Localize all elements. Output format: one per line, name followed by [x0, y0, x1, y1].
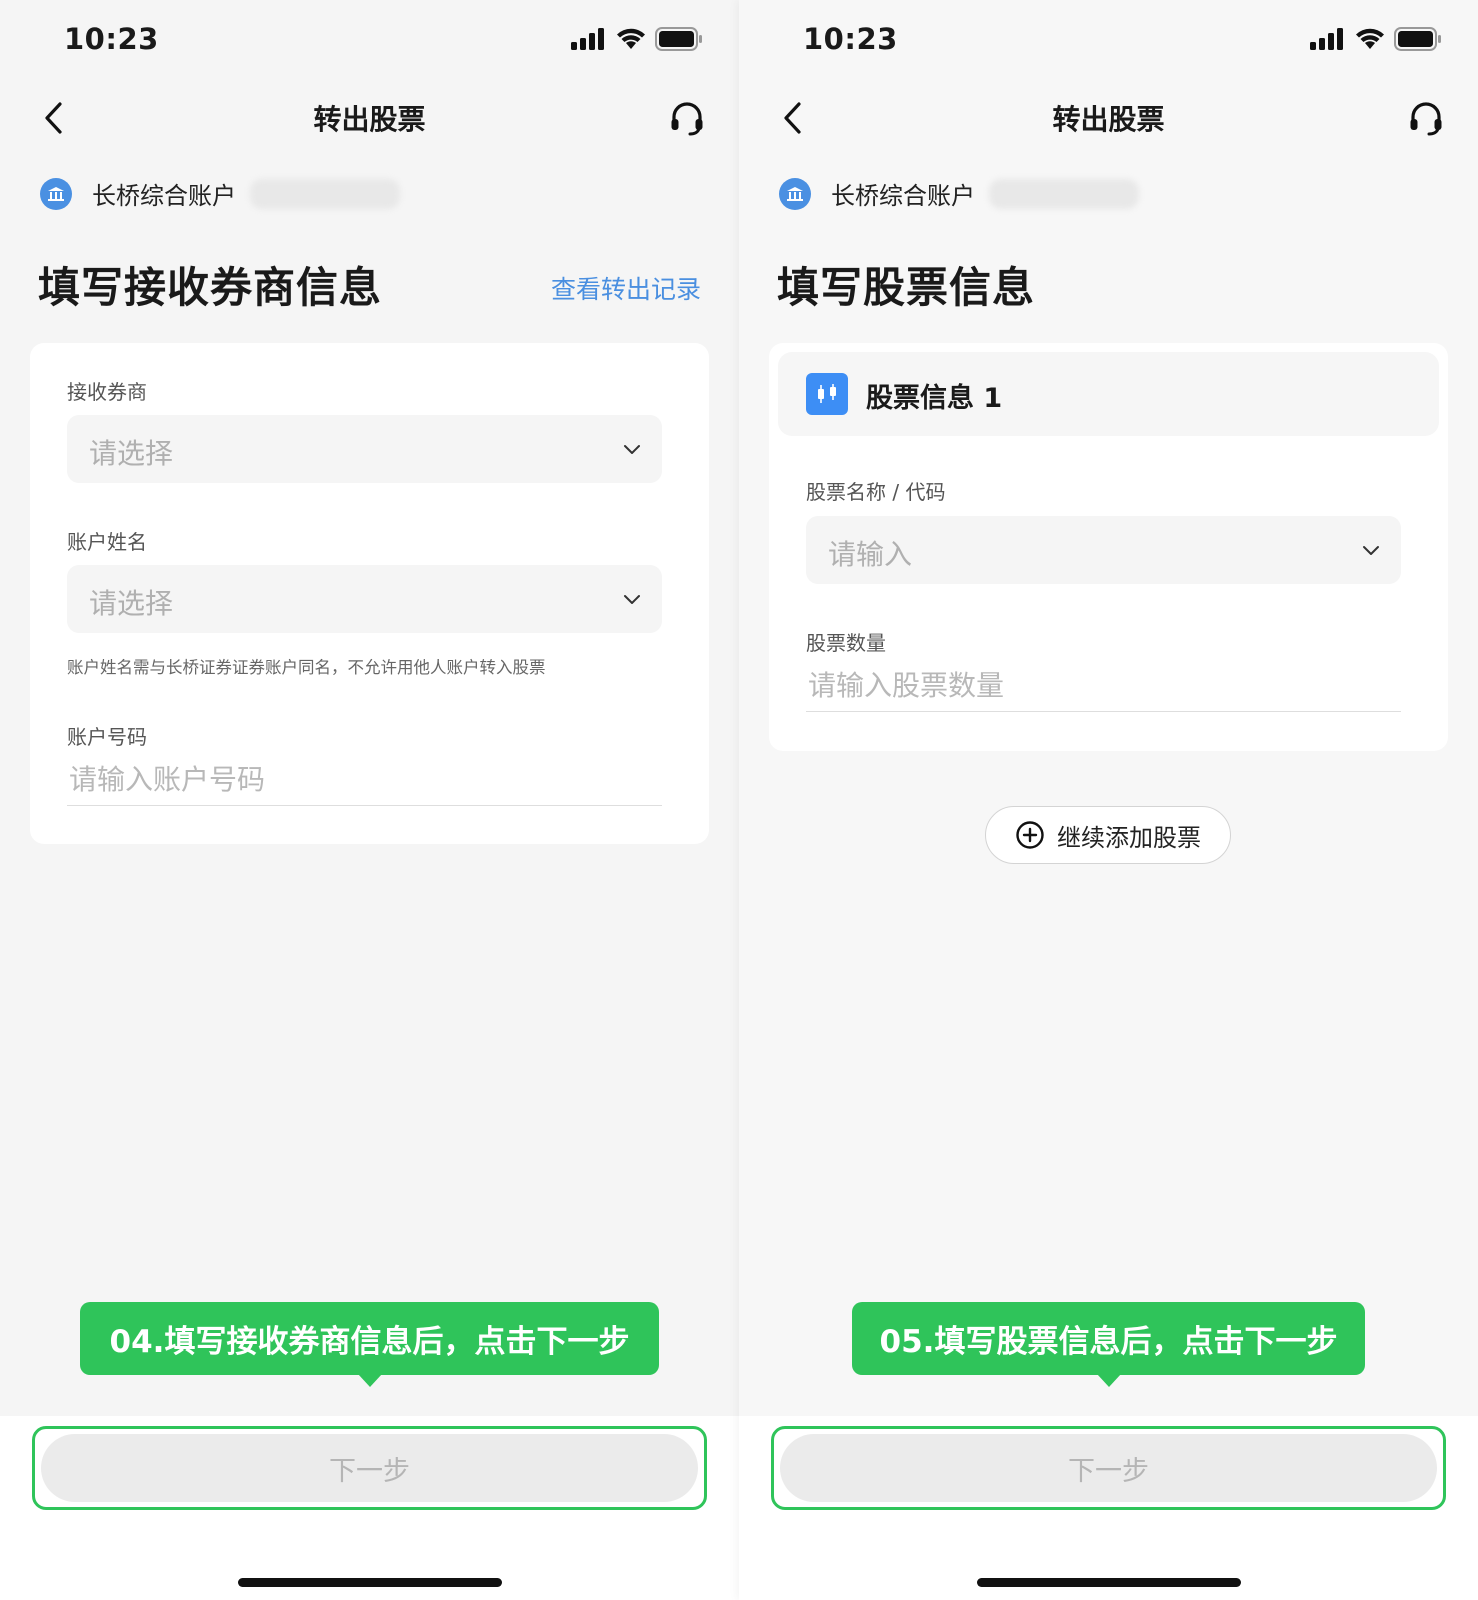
- home-indicator: [977, 1578, 1241, 1587]
- step-tooltip: 04.填写接收券商信息后，点击下一步: [80, 1302, 659, 1387]
- plus-circle-icon: [1016, 821, 1044, 849]
- chevron-down-icon: [1363, 546, 1379, 555]
- next-button-highlight: 下一步: [32, 1426, 707, 1510]
- stock-quantity-placeholder: 请输入股票数量: [808, 669, 1005, 702]
- next-button[interactable]: 下一步: [780, 1434, 1437, 1502]
- account-name: 长桥综合账户: [831, 182, 975, 210]
- status-icons: [571, 27, 703, 51]
- stock-info-card: 股票信息 1 股票名称 / 代码 请输入 股票数量 请输入股票数量: [769, 343, 1448, 751]
- bank-icon: [779, 177, 811, 210]
- account-number-input[interactable]: 请输入账户号码: [67, 754, 662, 806]
- step-tooltip-text: 04.填写接收券商信息后，点击下一步: [109, 1324, 630, 1360]
- account-number-label: 账户号码: [67, 725, 147, 749]
- add-stock-label: 继续添加股票: [1057, 823, 1201, 852]
- chevron-down-icon: [624, 445, 640, 454]
- account-row: 长桥综合账户: [40, 176, 400, 211]
- tooltip-tail: [1096, 1374, 1121, 1387]
- account-holder-select[interactable]: 请选择: [67, 565, 662, 633]
- status-icons: [1310, 27, 1442, 51]
- next-button-highlight: 下一步: [771, 1426, 1446, 1510]
- tooltip-tail: [357, 1374, 382, 1387]
- stock-name-select[interactable]: 请输入: [806, 516, 1401, 584]
- account-number-placeholder: 请输入账户号码: [69, 763, 266, 796]
- headset-icon[interactable]: [1406, 98, 1446, 138]
- step-tooltip-text: 05.填写股票信息后，点击下一步: [879, 1324, 1338, 1360]
- home-indicator: [238, 1578, 502, 1587]
- account-holder-hint: 账户姓名需与长桥证券证券账户同名，不允许用他人账户转入股票: [67, 658, 546, 677]
- section-title: 填写接收券商信息: [38, 263, 383, 312]
- battery-icon: [1394, 27, 1441, 51]
- stock-card-header: 股票信息 1: [778, 352, 1439, 436]
- add-stock-button[interactable]: 继续添加股票: [985, 806, 1231, 864]
- account-name: 长桥综合账户: [92, 182, 236, 210]
- broker-select-placeholder: 请选择: [89, 437, 174, 470]
- bottom-bar: 下一步: [0, 1416, 739, 1600]
- status-time: 10:23: [803, 22, 898, 56]
- step-tooltip: 05.填写股票信息后，点击下一步: [852, 1302, 1365, 1387]
- account-holder-label: 账户姓名: [67, 530, 147, 554]
- section-title: 填写股票信息: [777, 263, 1036, 312]
- account-number-redacted: [989, 178, 1139, 209]
- bottom-bar: 下一步: [739, 1416, 1478, 1600]
- stock-name-placeholder: 请输入: [828, 538, 913, 571]
- account-holder-placeholder: 请选择: [89, 587, 174, 620]
- bank-icon: [40, 177, 72, 210]
- next-button[interactable]: 下一步: [41, 1434, 698, 1502]
- status-time: 10:23: [64, 22, 159, 56]
- signal-icon: [571, 28, 604, 50]
- stock-quantity-input[interactable]: 请输入股票数量: [806, 660, 1401, 712]
- battery-icon: [655, 27, 702, 51]
- wifi-icon: [617, 28, 645, 49]
- left-phone-screen: 10:23 转出股票 长桥综合账户 填写接收券商信息 查看转出记录 接收券商 请…: [0, 0, 739, 1600]
- signal-icon: [1310, 28, 1343, 50]
- view-transfer-records-link[interactable]: 查看转出记录: [551, 270, 701, 306]
- wifi-icon: [1356, 28, 1384, 49]
- stock-quantity-label: 股票数量: [806, 631, 886, 655]
- account-number-redacted: [250, 178, 400, 209]
- broker-label: 接收券商: [67, 380, 147, 404]
- broker-select[interactable]: 请选择: [67, 415, 662, 483]
- headset-icon[interactable]: [667, 98, 707, 138]
- chevron-down-icon: [624, 595, 640, 604]
- stock-name-label: 股票名称 / 代码: [806, 480, 946, 504]
- broker-info-card: 接收券商 请选择 账户姓名 请选择 账户姓名需与长桥证券证券账户同名，不允许用他…: [30, 343, 709, 844]
- nav-title: 转出股票: [1052, 103, 1165, 136]
- stock-chart-icon: [806, 373, 848, 415]
- right-phone-screen: 10:23 转出股票 长桥综合账户 填写股票信息 股票信息 1 股票名称 / 代…: [739, 0, 1478, 1600]
- account-row: 长桥综合账户: [779, 176, 1139, 211]
- nav-title: 转出股票: [313, 103, 426, 136]
- stock-card-title: 股票信息 1: [866, 383, 1003, 414]
